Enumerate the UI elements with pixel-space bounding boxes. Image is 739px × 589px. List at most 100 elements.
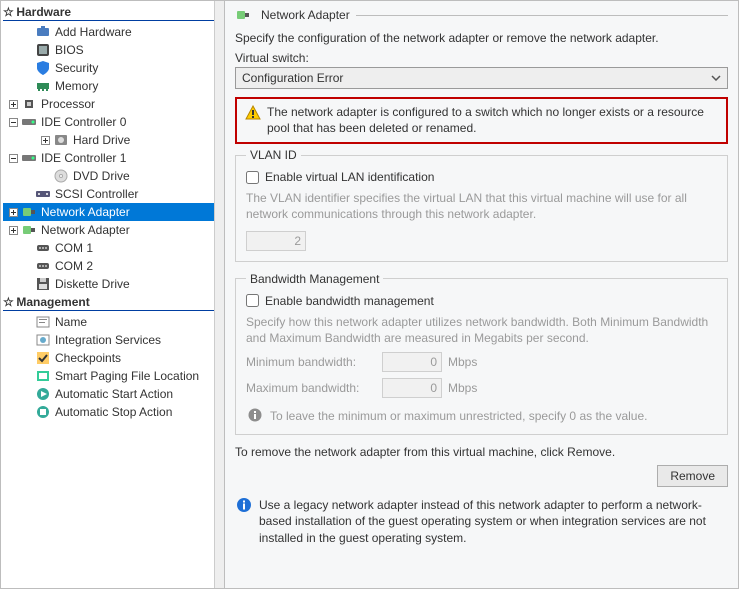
expand-icon[interactable] (7, 98, 19, 110)
cpu-icon (21, 96, 37, 112)
tree-item-label: COM 1 (55, 239, 93, 257)
tree-item-autostart[interactable]: Automatic Start Action (3, 385, 224, 403)
tree-item-nic[interactable]: Network Adapter (3, 203, 224, 221)
ide-icon (21, 150, 37, 166)
expander-spacer (39, 170, 51, 182)
min-bandwidth-unit: Mbps (448, 355, 477, 369)
tree-item-label: Diskette Drive (55, 275, 130, 293)
expander-spacer (21, 388, 33, 400)
tree-item-ide[interactable]: IDE Controller 0 (3, 113, 224, 131)
ide-icon (21, 114, 37, 130)
expander-spacer (21, 188, 33, 200)
hdd-icon (53, 132, 69, 148)
tree-item-label: BIOS (55, 41, 84, 59)
tree-section-hardware: ☆ Hardware (3, 5, 220, 21)
memory-icon (35, 78, 51, 94)
max-bandwidth-unit: Mbps (448, 381, 477, 395)
max-bandwidth-input[interactable] (382, 378, 442, 398)
info-icon (246, 408, 264, 422)
tree-item-label: Smart Paging File Location (55, 367, 199, 385)
warning-icon (245, 105, 261, 121)
tree-item-nic-2[interactable]: Network Adapter (3, 221, 224, 239)
expand-icon[interactable] (7, 206, 19, 218)
nic-icon (21, 222, 37, 238)
bandwidth-group: Bandwidth Management Enable bandwidth ma… (235, 272, 728, 436)
vlan-id-group: VLAN ID Enable virtual LAN identificatio… (235, 148, 728, 261)
virtual-switch-dropdown[interactable]: Configuration Error (235, 67, 728, 89)
tree-item-hdd[interactable]: Hard Drive (3, 131, 224, 149)
nic-icon (21, 204, 37, 220)
integ-icon (35, 332, 51, 348)
virtual-switch-label: Virtual switch: (235, 51, 728, 65)
tree-scrollbar[interactable] (214, 1, 224, 588)
expander-spacer (21, 260, 33, 272)
tree-item-label: SCSI Controller (55, 185, 138, 203)
bandwidth-legend: Bandwidth Management (246, 272, 383, 286)
tree-item-floppy[interactable]: Diskette Drive (3, 275, 224, 293)
tree-item-label: Automatic Start Action (55, 385, 173, 403)
collapse-icon[interactable] (7, 116, 19, 128)
min-bandwidth-label: Minimum bandwidth: (246, 355, 376, 369)
tree-item-dvd[interactable]: DVD Drive (3, 167, 224, 185)
vlan-help-text: The VLAN identifier specifies the virtua… (246, 190, 717, 222)
expander-spacer (21, 316, 33, 328)
max-bandwidth-label: Maximum bandwidth: (246, 381, 376, 395)
tree-item-integ[interactable]: Integration Services (3, 331, 224, 349)
remove-button[interactable]: Remove (657, 465, 728, 487)
tree-item-autostop[interactable]: Automatic Stop Action (3, 403, 224, 421)
tree-item-label: Memory (55, 77, 98, 95)
expand-icon[interactable] (7, 224, 19, 236)
dvd-icon (53, 168, 69, 184)
bios-icon (35, 42, 51, 58)
autostop-icon (35, 404, 51, 420)
tree-item-name[interactable]: Name (3, 313, 224, 331)
panel-intro-text: Specify the configuration of the network… (235, 31, 728, 45)
tree-item-scsi[interactable]: SCSI Controller (3, 185, 224, 203)
min-bandwidth-input[interactable] (382, 352, 442, 372)
enable-vlan-label: Enable virtual LAN identification (265, 170, 434, 184)
paging-icon (35, 368, 51, 384)
nic-icon (235, 7, 251, 23)
expander-spacer (21, 26, 33, 38)
expander-spacer (21, 44, 33, 56)
tree-item-ide[interactable]: IDE Controller 1 (3, 149, 224, 167)
collapse-icon[interactable] (7, 152, 19, 164)
vlan-id-legend: VLAN ID (246, 148, 301, 162)
check-icon (35, 350, 51, 366)
enable-vlan-checkbox[interactable] (246, 171, 259, 184)
tree-item-cpu[interactable]: Processor (3, 95, 224, 113)
expand-icon[interactable] (39, 134, 51, 146)
tree-item-label: Add Hardware (55, 23, 132, 41)
legacy-adapter-hint: Use a legacy network adapter instead of … (259, 497, 728, 546)
tree-item-label: Network Adapter (41, 203, 130, 221)
tree-item-label: Integration Services (55, 331, 161, 349)
expander-spacer (21, 80, 33, 92)
expander-spacer (21, 242, 33, 254)
tree-item-label: Checkpoints (55, 349, 121, 367)
tree-item-label: Name (55, 313, 87, 331)
tree-item-check[interactable]: Checkpoints (3, 349, 224, 367)
security-icon (35, 60, 51, 76)
tree-item-memory[interactable]: Memory (3, 77, 224, 95)
enable-bandwidth-checkbox[interactable] (246, 294, 259, 307)
tree-item-security[interactable]: Security (3, 59, 224, 77)
tree-item-bios[interactable]: BIOS (3, 41, 224, 59)
vlan-id-input[interactable] (246, 231, 306, 251)
tree-item-label: COM 2 (55, 257, 93, 275)
name-icon (35, 314, 51, 330)
tree-item-label: Security (55, 59, 98, 77)
tree-item-add-hw[interactable]: Add Hardware (3, 23, 224, 41)
tree-item-label: Automatic Stop Action (55, 403, 172, 421)
info-icon (235, 497, 253, 513)
tree-item-label: IDE Controller 0 (41, 113, 126, 131)
tree-item-paging[interactable]: Smart Paging File Location (3, 367, 224, 385)
scsi-icon (35, 186, 51, 202)
enable-bandwidth-label: Enable bandwidth management (265, 294, 434, 308)
settings-tree: ☆ Hardware Add HardwareBIOSSecurityMemor… (0, 0, 225, 589)
tree-item-com[interactable]: COM 1 (3, 239, 224, 257)
expander-spacer (21, 278, 33, 290)
tree-item-com[interactable]: COM 2 (3, 257, 224, 275)
expander-spacer (21, 334, 33, 346)
tree-item-label: Hard Drive (73, 131, 130, 149)
com-icon (35, 258, 51, 274)
